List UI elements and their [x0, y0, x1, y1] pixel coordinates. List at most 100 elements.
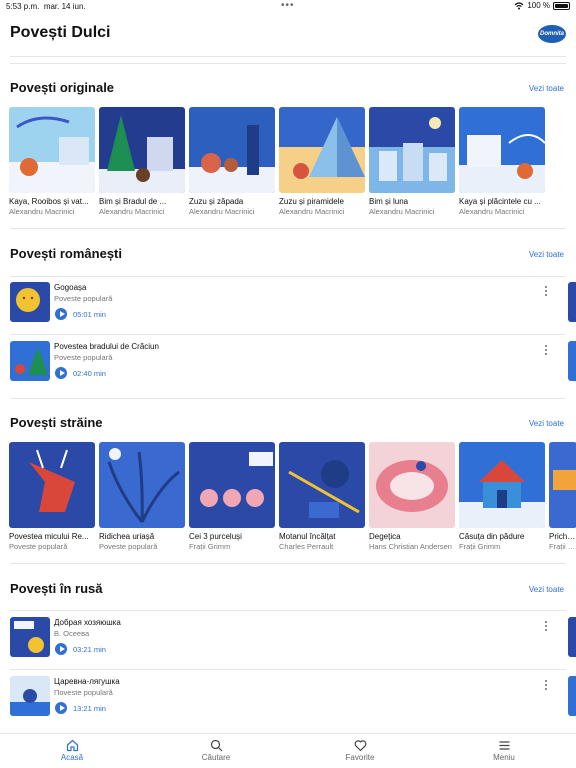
- section-title-foreign: Povești străine: [10, 415, 103, 430]
- story-cover: [10, 341, 50, 381]
- story-name: Kaya și plăcintele cu ...: [459, 197, 541, 206]
- tab-search[interactable]: Căutare: [144, 734, 288, 768]
- story-cover: [9, 442, 95, 528]
- tab-bar: Acasă Căutare Favorite Meniu: [0, 733, 576, 768]
- story-author: Alexandru Macrinici: [9, 207, 75, 216]
- story-author: Frații Gr...: [549, 542, 576, 551]
- menu-icon: [499, 741, 509, 750]
- story-cover: [459, 442, 545, 528]
- more-options-icon[interactable]: [544, 680, 548, 690]
- story-card[interactable]: Prichin... Frații Gr...: [549, 442, 576, 551]
- story-card[interactable]: Bim și Bradul de ... Alexandru Macrinici: [99, 107, 185, 216]
- play-icon[interactable]: [55, 367, 67, 379]
- next-item-peek: [568, 617, 576, 657]
- story-name: Ridichea uriașă: [99, 532, 155, 541]
- next-item-peek: [568, 676, 576, 716]
- story-duration: 03:21 min: [73, 645, 106, 654]
- story-card[interactable]: Kaya, Rooibos și vat... Alexandru Macrin…: [9, 107, 95, 216]
- list-item[interactable]: Gogoașa Poveste populară 05:01 min: [10, 276, 560, 334]
- story-card[interactable]: Kaya și plăcintele cu ... Alexandru Macr…: [459, 107, 545, 216]
- foreign-carousel[interactable]: Povestea micului Re... Poveste populară …: [9, 442, 576, 551]
- story-card[interactable]: Zuzu și piramidele Alexandru Macrinici: [279, 107, 365, 216]
- story-card[interactable]: Căsuța din pădure Frații Grimm: [459, 442, 545, 551]
- list-item[interactable]: Царевна-лягушка Поveste populară 13:21 m…: [10, 670, 560, 728]
- story-cover: [99, 107, 185, 193]
- story-card[interactable]: Cei 3 purceluși Frații Grimm: [189, 442, 275, 551]
- story-subtitle: Poveste populară: [54, 353, 113, 362]
- tab-menu[interactable]: Meniu: [432, 734, 576, 768]
- divider: [10, 63, 566, 64]
- story-cover: [10, 676, 50, 716]
- story-title: Царевна-лягушка: [54, 677, 120, 686]
- story-name: Cei 3 purceluși: [189, 532, 242, 541]
- story-name: Bim și luna: [369, 197, 409, 206]
- story-card[interactable]: Zuzu și zăpada Alexandru Macrinici: [189, 107, 275, 216]
- story-card[interactable]: Ridichea uriașă Poveste populară: [99, 442, 185, 551]
- story-name: Kaya, Rooibos și vat...: [9, 197, 89, 206]
- story-author: Charles Perrault: [279, 542, 334, 551]
- story-cover: [189, 107, 275, 193]
- battery-percent: 100 %: [527, 1, 550, 10]
- status-bar: 5:53 p.m. mar. 14 iun. ••• 100 %: [0, 0, 576, 14]
- list-item[interactable]: Добрая хозяюшка В. Осеева 03:21 min: [10, 611, 560, 669]
- story-duration: 13:21 min: [73, 704, 106, 713]
- list-item[interactable]: Povestea bradului de Crăciun Poveste pop…: [10, 335, 560, 393]
- story-author: Poveste populară: [99, 542, 158, 551]
- tab-label: Favorite: [345, 753, 375, 762]
- divider: [10, 56, 566, 57]
- tab-favorites[interactable]: Favorite: [288, 734, 432, 768]
- story-cover: [189, 442, 275, 528]
- tab-home[interactable]: Acasă: [0, 734, 144, 768]
- story-cover: [10, 617, 50, 657]
- story-card[interactable]: Degețica Hans Christian Andersen: [369, 442, 455, 551]
- story-title: Povestea bradului de Crăciun: [54, 342, 159, 351]
- see-all-foreign-link[interactable]: Vezi toate: [529, 419, 564, 428]
- story-author: Alexandru Macrinici: [279, 207, 345, 216]
- more-options-icon[interactable]: [544, 286, 548, 296]
- play-icon[interactable]: [55, 308, 67, 320]
- section-title-originals: Povești originale: [10, 80, 115, 95]
- story-author: Alexandru Macrinici: [369, 207, 435, 216]
- divider: [10, 228, 566, 229]
- section-title-russian: Povești în rusă: [10, 581, 103, 596]
- story-name: Zuzu și piramidele: [279, 197, 344, 206]
- story-card[interactable]: Motanul încălțat Charles Perrault: [279, 442, 365, 551]
- status-right: 100 %: [514, 1, 570, 10]
- story-title: Gogoașa: [54, 283, 87, 292]
- divider: [10, 563, 566, 564]
- story-name: Prichin...: [549, 532, 576, 541]
- next-item-peek: [568, 282, 576, 322]
- next-item-peek: [568, 341, 576, 381]
- story-cover: [279, 442, 365, 528]
- originals-carousel[interactable]: Kaya, Rooibos și vat... Alexandru Macrin…: [9, 107, 545, 216]
- app-title: Povești Dulci: [10, 24, 111, 41]
- story-subtitle: Poveste populară: [54, 294, 113, 303]
- tab-label: Meniu: [493, 753, 515, 762]
- story-author: Alexandru Macrinici: [459, 207, 525, 216]
- story-duration: 02:40 min: [73, 369, 106, 378]
- story-name: Motanul încălțat: [279, 532, 336, 541]
- tab-label: Căutare: [201, 753, 231, 762]
- story-subtitle: Поveste populară: [54, 688, 113, 697]
- see-all-originals-link[interactable]: Vezi toate: [529, 84, 564, 93]
- play-icon[interactable]: [55, 702, 67, 714]
- section-title-romanian: Povești românești: [10, 246, 122, 261]
- story-cover: [9, 107, 95, 193]
- story-cover: [99, 442, 185, 528]
- app-header: Povești Dulci Domnita: [0, 18, 576, 56]
- brand-logo[interactable]: Domnita: [538, 25, 566, 43]
- play-icon[interactable]: [55, 643, 67, 655]
- story-name: Zuzu și zăpada: [189, 197, 244, 206]
- see-all-russian-link[interactable]: Vezi toate: [529, 585, 564, 594]
- story-subtitle: В. Осеева: [54, 629, 90, 638]
- story-card[interactable]: Povestea micului Re... Poveste populară: [9, 442, 95, 551]
- more-options-icon[interactable]: [544, 621, 548, 631]
- story-duration: 05:01 min: [73, 310, 106, 319]
- more-options-icon[interactable]: [544, 345, 548, 355]
- multitasking-dots-icon[interactable]: •••: [281, 0, 295, 11]
- story-name: Degețica: [369, 532, 401, 541]
- story-author: Hans Christian Andersen: [369, 542, 452, 551]
- battery-icon: [553, 1, 570, 10]
- see-all-romanian-link[interactable]: Vezi toate: [529, 250, 564, 259]
- story-card[interactable]: Bim și luna Alexandru Macrinici: [369, 107, 455, 216]
